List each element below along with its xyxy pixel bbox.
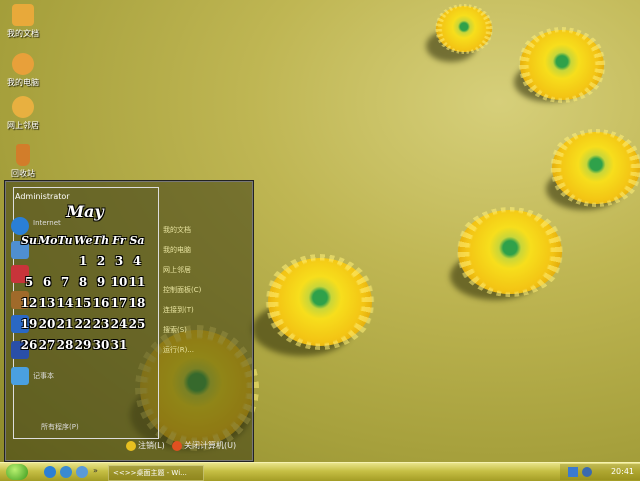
taskbar-window-button[interactable]: <<>>桌面主题 - Wi... (108, 465, 204, 481)
desktop-icon-label: 网上邻居 (7, 121, 39, 130)
clock[interactable]: 20:41 (611, 467, 634, 476)
menu-item-search[interactable]: 搜索(S) (163, 325, 187, 335)
calendar-day[interactable]: 23 (92, 317, 110, 331)
calendar-day[interactable]: 29 (74, 338, 92, 352)
power-icon (172, 440, 182, 451)
media-player-icon[interactable] (60, 466, 72, 478)
calendar-day[interactable]: 8 (74, 275, 92, 289)
menu-item-connect-to[interactable]: 连接到(T) (163, 305, 194, 315)
calendar-day[interactable]: 11 (128, 275, 146, 289)
menu-item-control-panel[interactable]: 控制面板(C) (163, 285, 201, 295)
calendar-day[interactable]: 21 (56, 317, 74, 331)
desktop-icon-my-computer[interactable]: 我的电脑 (0, 53, 51, 88)
calendar-day[interactable]: 9 (92, 275, 110, 289)
menu-item-notepad[interactable]: 记事本 (33, 371, 54, 381)
calendar-day[interactable]: 7 (56, 275, 74, 289)
menu-item-my-documents[interactable]: 我的文档 (163, 225, 191, 235)
calendar-day[interactable]: 4 (128, 254, 146, 268)
calendar-weekday: Th (92, 234, 110, 247)
start-button[interactable] (6, 464, 28, 480)
system-tray: 20:41 (560, 464, 640, 480)
menu-item-run[interactable]: 运行(R)... (163, 345, 194, 355)
key-icon (126, 440, 136, 451)
calendar-day[interactable]: 1 (74, 254, 92, 268)
calendar-day[interactable]: 15 (74, 296, 92, 310)
calendar-day[interactable]: 13 (38, 296, 56, 310)
recycle-bin-icon (16, 144, 30, 166)
logoff-label: 注销(L) (138, 441, 165, 450)
network-status-icon[interactable] (568, 467, 578, 477)
calendar-day[interactable]: 16 (92, 296, 110, 310)
calendar-day[interactable]: 3 (110, 254, 128, 268)
user-name: Administrator (15, 192, 70, 201)
calendar-weekday: Mo (38, 234, 58, 247)
computer-icon (12, 53, 34, 75)
calendar-day[interactable]: 24 (110, 317, 128, 331)
calendar-day[interactable]: 14 (56, 296, 74, 310)
quicklaunch-chevron-icon[interactable]: » (93, 466, 98, 475)
flower-image (458, 210, 562, 294)
internet-explorer-icon[interactable] (44, 466, 56, 478)
desktop-icon-label: 我的文档 (7, 29, 39, 38)
desktop-icon-my-documents[interactable]: 我的文档 (0, 4, 51, 39)
calendar-day[interactable]: 26 (20, 338, 38, 352)
calendar-weekday: We (74, 234, 93, 247)
network-icon (12, 96, 34, 118)
menu-item-my-computer[interactable]: 我的电脑 (163, 245, 191, 255)
logoff-button[interactable]: 注销(L) (126, 440, 165, 451)
calendar-day[interactable]: 20 (38, 317, 56, 331)
calendar-day[interactable]: 17 (110, 296, 128, 310)
desktop-icon-label: 我的电脑 (7, 78, 39, 87)
calendar-day[interactable]: 10 (110, 275, 128, 289)
folder-icon (12, 4, 34, 26)
calendar-weekday: Fr (112, 234, 126, 247)
calendar-day[interactable]: 19 (20, 317, 38, 331)
calendar-day[interactable]: 12 (20, 296, 38, 310)
calendar-day[interactable]: 25 (128, 317, 146, 331)
calendar-day[interactable]: 31 (110, 338, 128, 352)
calendar-day[interactable]: 30 (92, 338, 110, 352)
calendar-day[interactable]: 22 (74, 317, 92, 331)
shutdown-button[interactable]: 关闭计算机(U) (172, 440, 236, 451)
desktop-icon-recycle-bin[interactable]: 回收站 (0, 144, 51, 179)
calendar-day[interactable]: 6 (38, 275, 56, 289)
show-desktop-icon[interactable] (76, 466, 88, 478)
flower-image (436, 6, 492, 52)
calendar-day[interactable]: 5 (20, 275, 38, 289)
calendar-day[interactable]: 2 (92, 254, 110, 268)
calendar-weekday: Tu (57, 234, 73, 247)
desktop-icon-network[interactable]: 网上邻居 (0, 96, 51, 131)
taskbar: » <<>>桌面主题 - Wi... 20:41 (0, 462, 640, 481)
calendar-day[interactable]: 28 (56, 338, 74, 352)
calendar-day[interactable]: 27 (38, 338, 56, 352)
shutdown-label: 关闭计算机(U) (184, 441, 237, 450)
flower-image (552, 132, 640, 204)
calendar-weekday: Su (21, 234, 37, 247)
all-programs-button[interactable]: 所有程序(P) (41, 422, 79, 432)
menu-item-network[interactable]: 网上邻居 (163, 265, 191, 275)
desktop-icon-label: 回收站 (11, 169, 35, 178)
flower-image (520, 30, 604, 100)
notepad-icon (11, 367, 29, 385)
desktop-wallpaper: 我的文档 我的电脑 网上邻居 回收站 Administrator Interne… (0, 0, 640, 462)
flower-image (268, 258, 372, 346)
calendar-month: May (66, 202, 104, 221)
calendar-weekday: Sa (129, 234, 145, 247)
volume-icon[interactable] (582, 467, 592, 477)
calendar-day[interactable]: 18 (128, 296, 146, 310)
